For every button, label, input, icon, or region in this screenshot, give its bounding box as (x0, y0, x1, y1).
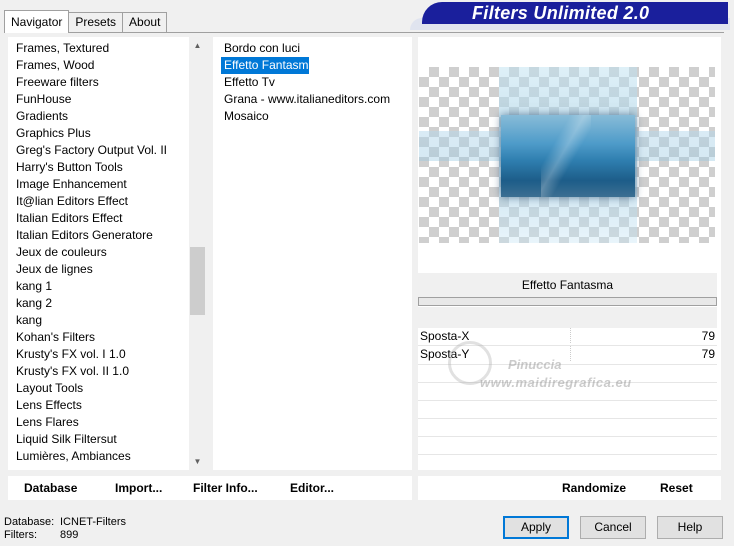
help-button[interactable]: Help (657, 516, 723, 539)
tab-presets[interactable]: Presets (68, 12, 124, 33)
tab-about[interactable]: About (122, 12, 168, 33)
param-value[interactable]: 79 (702, 328, 715, 345)
param-row-sposta-x[interactable]: Sposta-X 79 (420, 328, 715, 345)
import-button[interactable]: Import... (115, 476, 162, 500)
category-item[interactable]: Italian Editors Effect (8, 210, 190, 227)
filter-item[interactable]: Mosaico (221, 108, 411, 125)
param-slider-track[interactable] (570, 328, 571, 343)
category-scrollbar[interactable]: ▲ ▼ (189, 37, 206, 470)
scroll-thumb[interactable] (190, 247, 205, 315)
param-name: Sposta-Y (420, 347, 470, 361)
tab-bar: Navigator Presets About (4, 10, 168, 33)
category-list: Frames, Textured Frames, Wood Freeware fil… (8, 40, 190, 465)
category-item[interactable]: Lens Effects (8, 397, 190, 414)
category-item[interactable]: FunHouse (8, 91, 190, 108)
filter-item[interactable]: Grana - www.italianeditors.com (221, 91, 411, 108)
category-item[interactable]: Italian Editors Generatore (8, 227, 190, 244)
category-item[interactable]: Frames, Wood (8, 57, 190, 74)
filters-count-value: 899 (60, 529, 79, 541)
category-item[interactable]: Krusty's FX vol. II 1.0 (8, 363, 190, 380)
cancel-button[interactable]: Cancel (580, 516, 646, 539)
database-value: ICNET-Filters (60, 516, 126, 528)
params-divider (418, 297, 717, 306)
category-item[interactable]: Liquid Silk Filtersut (8, 431, 190, 448)
panel-action-strip: Database Import... Filter Info... Editor… (8, 476, 412, 500)
param-separator (418, 454, 717, 455)
params-title: Effetto Fantasma (418, 273, 717, 298)
preview-panel: Effetto Fantasma Sposta-X 79 Sposta-Y 79… (418, 37, 721, 470)
tab-divider (4, 32, 724, 33)
category-item[interactable]: It@lian Editors Effect (8, 193, 190, 210)
param-slider-track[interactable] (570, 346, 571, 361)
preview-effect-thumbnail (501, 115, 635, 197)
param-separator (418, 382, 717, 383)
category-item[interactable]: Graphics Plus (8, 125, 190, 142)
category-item[interactable]: Lens Flares (8, 414, 190, 431)
category-item[interactable]: Image Enhancement (8, 176, 190, 193)
filter-list-panel: Bordo con luci Effetto Fantasma Effetto Tv… (213, 37, 412, 470)
params-action-strip: Randomize Reset (418, 476, 721, 500)
param-separator (418, 436, 717, 437)
category-item[interactable]: kang (8, 312, 190, 329)
database-button[interactable]: Database (24, 476, 77, 500)
category-item[interactable]: Freeware filters (8, 74, 190, 91)
filter-item[interactable]: Effetto Fantasma (221, 57, 309, 74)
param-separator (418, 364, 717, 365)
preview-image (419, 67, 715, 243)
filter-info-button[interactable]: Filter Info... (193, 476, 258, 500)
param-separator (418, 418, 717, 419)
filter-list: Bordo con luci Effetto Fantasma Effetto Tv… (221, 40, 411, 125)
param-separator (418, 400, 717, 401)
category-item[interactable]: Jeux de couleurs (8, 244, 190, 261)
param-row-sposta-y[interactable]: Sposta-Y 79 (420, 346, 715, 363)
category-item[interactable]: kang 2 (8, 295, 190, 312)
category-item[interactable]: Lumières, Ambiances (8, 448, 190, 465)
tab-navigator[interactable]: Navigator (4, 10, 70, 33)
category-item[interactable]: Greg's Factory Output Vol. II (8, 142, 190, 159)
param-name: Sposta-X (420, 329, 470, 343)
category-item[interactable]: Kohan's Filters (8, 329, 190, 346)
status-info: Database: ICNET-Filters Filters: 899 (4, 516, 126, 542)
category-item[interactable]: Harry's Button Tools (8, 159, 190, 176)
filter-item[interactable]: Bordo con luci (221, 40, 411, 57)
category-item[interactable]: Frames, Textured (8, 40, 190, 57)
category-item[interactable]: Krusty's FX vol. I 1.0 (8, 346, 190, 363)
category-item[interactable]: Layout Tools (8, 380, 190, 397)
params-spacer (418, 307, 717, 328)
category-item[interactable]: Jeux de lignes (8, 261, 190, 278)
apply-button[interactable]: Apply (503, 516, 569, 539)
randomize-button[interactable]: Randomize (562, 476, 626, 500)
category-list-panel: Frames, Textured Frames, Wood Freeware fil… (8, 37, 206, 470)
scroll-up-icon[interactable]: ▲ (189, 37, 206, 54)
category-item[interactable]: kang 1 (8, 278, 190, 295)
reset-button[interactable]: Reset (660, 476, 693, 500)
category-item[interactable]: Gradients (8, 108, 190, 125)
app-banner: Filters Unlimited 2.0 (422, 2, 728, 24)
editor-button[interactable]: Editor... (290, 476, 334, 500)
filter-item[interactable]: Effetto Tv (221, 74, 411, 91)
database-label: Database: (4, 516, 55, 528)
scroll-down-icon[interactable]: ▼ (189, 453, 206, 470)
param-value[interactable]: 79 (702, 346, 715, 363)
filters-count-label: Filters: (4, 529, 37, 541)
